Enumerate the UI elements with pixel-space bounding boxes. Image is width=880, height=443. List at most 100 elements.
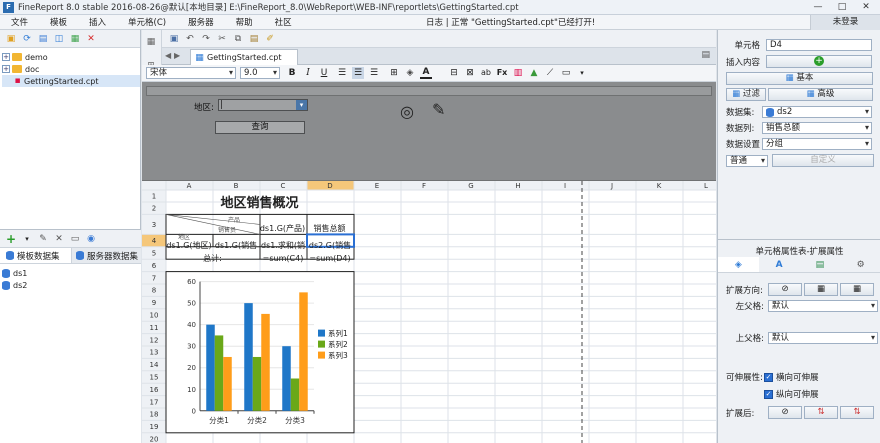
top-parent-select[interactable]: 默认 — [768, 332, 878, 344]
new-folder-icon[interactable]: ▣ — [5, 33, 17, 45]
insert-subreport-icon[interactable]: ▭ — [560, 67, 572, 79]
row-header-17[interactable]: 17 — [150, 398, 159, 406]
tab-server-datasets[interactable]: 服务器数据集 — [71, 248, 141, 263]
dataset-item-ds1[interactable]: ds1 — [2, 267, 141, 279]
row-header-3[interactable]: 3 — [152, 221, 156, 229]
save-icon[interactable]: ▣ — [168, 33, 180, 45]
menu-template[interactable]: 模板 — [39, 16, 78, 28]
tab-other-icon[interactable]: ▤ — [800, 257, 841, 272]
row-header-7[interactable]: 7 — [152, 274, 156, 282]
cell-a5[interactable]: 总计: — [166, 253, 259, 265]
row-header-4[interactable]: 4 — [152, 237, 157, 245]
column-header-f[interactable]: F — [422, 182, 426, 190]
menu-help[interactable]: 帮助 — [225, 16, 264, 28]
row-header-16[interactable]: 16 — [150, 386, 159, 394]
add-sheet-icon[interactable]: ▦ — [145, 36, 157, 48]
cell-d3[interactable]: 销售总额 — [306, 219, 353, 239]
undo-icon[interactable]: ↶ — [184, 33, 196, 45]
insert-chart-icon[interactable]: ▥ — [512, 67, 524, 79]
bold-icon[interactable]: B — [286, 67, 298, 79]
menu-cell[interactable]: 单元格(C) — [117, 16, 177, 28]
close-button[interactable]: ✕ — [854, 1, 878, 13]
row-header-5[interactable]: 5 — [152, 250, 156, 258]
align-left-icon[interactable]: ☰ — [336, 67, 348, 79]
edit-panel-icon[interactable]: ✎ — [432, 100, 445, 119]
column-header-k[interactable]: K — [657, 182, 662, 190]
row-header-2[interactable]: 2 — [152, 205, 156, 213]
tree-item-demo[interactable]: + demo — [2, 51, 140, 63]
horizontal-expand-icon[interactable]: ▦ — [840, 283, 874, 296]
custom-button[interactable]: 自定义 — [772, 154, 874, 167]
expand-icon[interactable]: + — [2, 65, 10, 73]
insert-slash-icon[interactable]: ⟋ — [544, 67, 556, 79]
row-header-1[interactable]: 1 — [152, 193, 156, 201]
login-button[interactable]: 未登录 — [810, 15, 880, 30]
sort-desc-icon[interactable]: ⇅ — [840, 406, 874, 419]
column-header-j[interactable]: J — [610, 182, 613, 190]
tab-gettingstarted[interactable]: ▦ GettingStarted.cpt — [190, 49, 298, 65]
align-right-icon[interactable]: ☰ — [368, 67, 380, 79]
fill-color-icon[interactable]: ◈ — [404, 67, 416, 79]
insert-more-icon[interactable]: ▾ — [576, 67, 588, 79]
dataset-item-ds2[interactable]: ds2 — [2, 279, 141, 291]
tab-scroll-right-icon[interactable]: ▶ — [174, 51, 180, 60]
cell-name-input[interactable]: D4 — [766, 39, 872, 51]
italic-icon[interactable]: I — [302, 67, 314, 79]
menu-community[interactable]: 社区 — [264, 16, 303, 28]
minimize-button[interactable]: — — [806, 1, 830, 13]
paste-icon[interactable]: ▤ — [248, 33, 260, 45]
dropdown-icon[interactable]: ▾ — [21, 233, 33, 245]
advanced-button[interactable]: ▦ 高级 — [768, 88, 873, 101]
cell-c4[interactable]: ds1.求和(销 — [260, 240, 306, 252]
font-color-icon[interactable]: A — [420, 67, 432, 79]
row-header-8[interactable]: 8 — [152, 287, 156, 295]
delete-icon[interactable]: ✕ — [53, 233, 65, 245]
format-painter-icon[interactable]: ✐ — [264, 33, 276, 45]
copy-icon[interactable]: ⧉ — [232, 33, 244, 45]
split-icon[interactable]: ⊠ — [464, 67, 476, 79]
cell-c3[interactable]: ds1.G(产品) — [259, 219, 306, 239]
grouping-select[interactable]: 普通 — [726, 154, 768, 167]
data-setting-select[interactable]: 分组 — [762, 138, 872, 150]
font-size-select[interactable]: 9.0 — [240, 67, 280, 79]
left-parent-select[interactable]: 默认 — [768, 300, 878, 312]
cell-b4[interactable]: ds1.G(销售 — [213, 240, 259, 252]
tab-expand-icon[interactable]: ◈ — [718, 257, 759, 272]
tab-scroll-left-icon[interactable]: ◀ — [165, 51, 171, 60]
cut-icon[interactable]: ✂ — [216, 33, 228, 45]
region-param-input[interactable]: | ▾ — [218, 99, 308, 111]
filter-button[interactable]: ▦ 过滤 — [726, 88, 766, 101]
maximize-button[interactable]: □ — [830, 1, 854, 13]
row-header-20[interactable]: 20 — [150, 436, 159, 443]
add-icon[interactable]: + — [5, 233, 17, 245]
column-header-e[interactable]: E — [375, 182, 379, 190]
open-icon[interactable]: ▤ — [37, 33, 49, 45]
row-header-10[interactable]: 10 — [150, 312, 159, 320]
font-name-select[interactable]: 宋体 — [146, 67, 236, 79]
datacol-select[interactable]: 销售总额 — [762, 122, 872, 134]
tab-template-datasets[interactable]: 模板数据集 — [0, 248, 71, 263]
dataset-select[interactable]: ds2 — [762, 106, 872, 118]
preview-icon[interactable]: ▭ — [69, 233, 81, 245]
no-change-icon[interactable]: ⊘ — [768, 406, 802, 419]
vertical-expand-icon[interactable]: ▦ — [804, 283, 838, 296]
hide-panel-icon[interactable]: ◎ — [400, 102, 414, 121]
row-header-11[interactable]: 11 — [150, 324, 159, 332]
tree-item-doc[interactable]: + doc — [2, 63, 140, 75]
row-header-13[interactable]: 13 — [150, 349, 159, 357]
merge-icon[interactable]: ⊟ — [448, 67, 460, 79]
column-header-a[interactable]: A — [187, 182, 192, 190]
border-icon[interactable]: ⊞ — [388, 67, 400, 79]
tab-menu-icon[interactable]: ▤ — [701, 50, 710, 60]
text-icon[interactable]: ab — [480, 67, 492, 79]
cell-a4[interactable]: ds1.G(地区) — [166, 240, 212, 252]
tab-style-icon[interactable]: A — [759, 257, 800, 272]
expand-icon[interactable]: + — [2, 53, 10, 61]
edit-icon[interactable]: ✎ — [37, 233, 49, 245]
tree-item-gettingstarted[interactable]: ▪ GettingStarted.cpt — [2, 75, 140, 87]
align-center-icon[interactable]: ☰ — [352, 67, 364, 79]
row-header-12[interactable]: 12 — [150, 336, 159, 344]
delete-icon[interactable]: ✕ — [85, 33, 97, 45]
cell-c5[interactable]: =sum(C4) — [260, 253, 306, 265]
column-header-i[interactable]: I — [564, 182, 566, 190]
